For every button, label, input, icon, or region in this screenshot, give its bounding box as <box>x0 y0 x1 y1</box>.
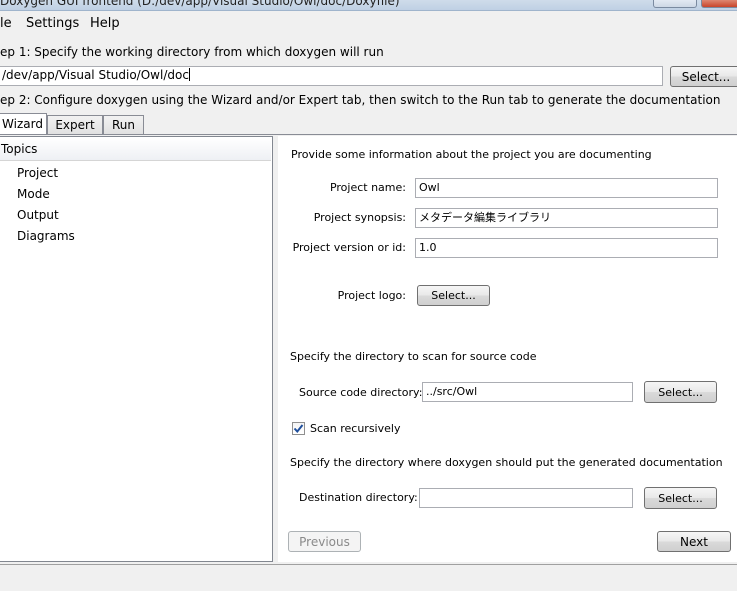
scan-recursively-checkbox[interactable] <box>292 422 305 435</box>
close-button[interactable] <box>701 0 737 8</box>
project-name-input[interactable]: Owl <box>415 178 718 198</box>
project-synopsis-input[interactable]: メタデータ編集ライブラリ <box>415 208 718 228</box>
destination-dir-label: Destination directory: <box>299 491 418 504</box>
project-name-label: Project name: <box>329 181 406 194</box>
menu-help[interactable]: Help <box>90 16 120 31</box>
working-dir-select-button[interactable]: Select... <box>670 66 737 87</box>
topics-tree: Topics Project Mode Output Diagrams <box>0 136 273 562</box>
working-dir-input[interactable]: /dev/app/Visual Studio/Owl/doc <box>0 66 663 86</box>
project-synopsis-label: Project synopsis: <box>313 211 406 224</box>
topic-item-mode[interactable]: Mode <box>17 187 50 201</box>
destination-dir-input[interactable] <box>419 488 633 508</box>
project-version-label: Project version or id: <box>292 241 406 254</box>
separator <box>290 340 727 341</box>
destination-intro: Specify the directory where doxygen shou… <box>290 456 723 469</box>
window-title: Doxygen GUI frontend (D:/dev/app/Visual … <box>0 0 400 8</box>
tab-expert[interactable]: Expert <box>47 115 103 134</box>
scan-recursively-label[interactable]: Scan recursively <box>310 422 400 435</box>
next-button[interactable]: Next <box>657 531 731 552</box>
previous-button[interactable]: Previous <box>288 531 361 552</box>
topic-item-output[interactable]: Output <box>17 208 59 222</box>
menubar: le Settings Help <box>0 11 737 36</box>
destination-dir-select-button[interactable]: Select... <box>644 487 717 509</box>
topic-item-diagrams[interactable]: Diagrams <box>17 229 75 243</box>
project-intro: Provide some information about the proje… <box>291 148 652 161</box>
project-logo-label: Project logo: <box>337 289 406 302</box>
source-dir-label: Source code directory: <box>299 386 423 399</box>
checkmark-icon <box>293 424 304 434</box>
menu-settings[interactable]: Settings <box>26 16 79 31</box>
separator <box>290 446 727 447</box>
working-dir-value: /dev/app/Visual Studio/Owl/doc <box>2 68 189 82</box>
window-titlebar: Doxygen GUI frontend (D:/dev/app/Visual … <box>0 0 737 11</box>
maximize-button[interactable] <box>653 0 697 8</box>
text-caret <box>188 68 190 81</box>
topics-header: Topics <box>0 138 271 161</box>
tab-run[interactable]: Run <box>103 115 144 134</box>
source-dir-input[interactable]: ../src/Owl <box>422 382 633 402</box>
project-version-input[interactable]: 1.0 <box>415 238 718 258</box>
status-bar <box>0 564 737 591</box>
menu-file[interactable]: le <box>0 16 12 31</box>
project-logo-select-button[interactable]: Select... <box>417 285 490 306</box>
step1-label: ep 1: Specify the working directory from… <box>0 45 384 59</box>
topic-item-project[interactable]: Project <box>17 166 58 180</box>
tab-wizard[interactable]: Wizard <box>0 113 47 134</box>
step2-label: ep 2: Configure doxygen using the Wizard… <box>0 93 721 107</box>
source-intro: Specify the directory to scan for source… <box>290 350 537 363</box>
source-dir-select-button[interactable]: Select... <box>644 381 717 403</box>
